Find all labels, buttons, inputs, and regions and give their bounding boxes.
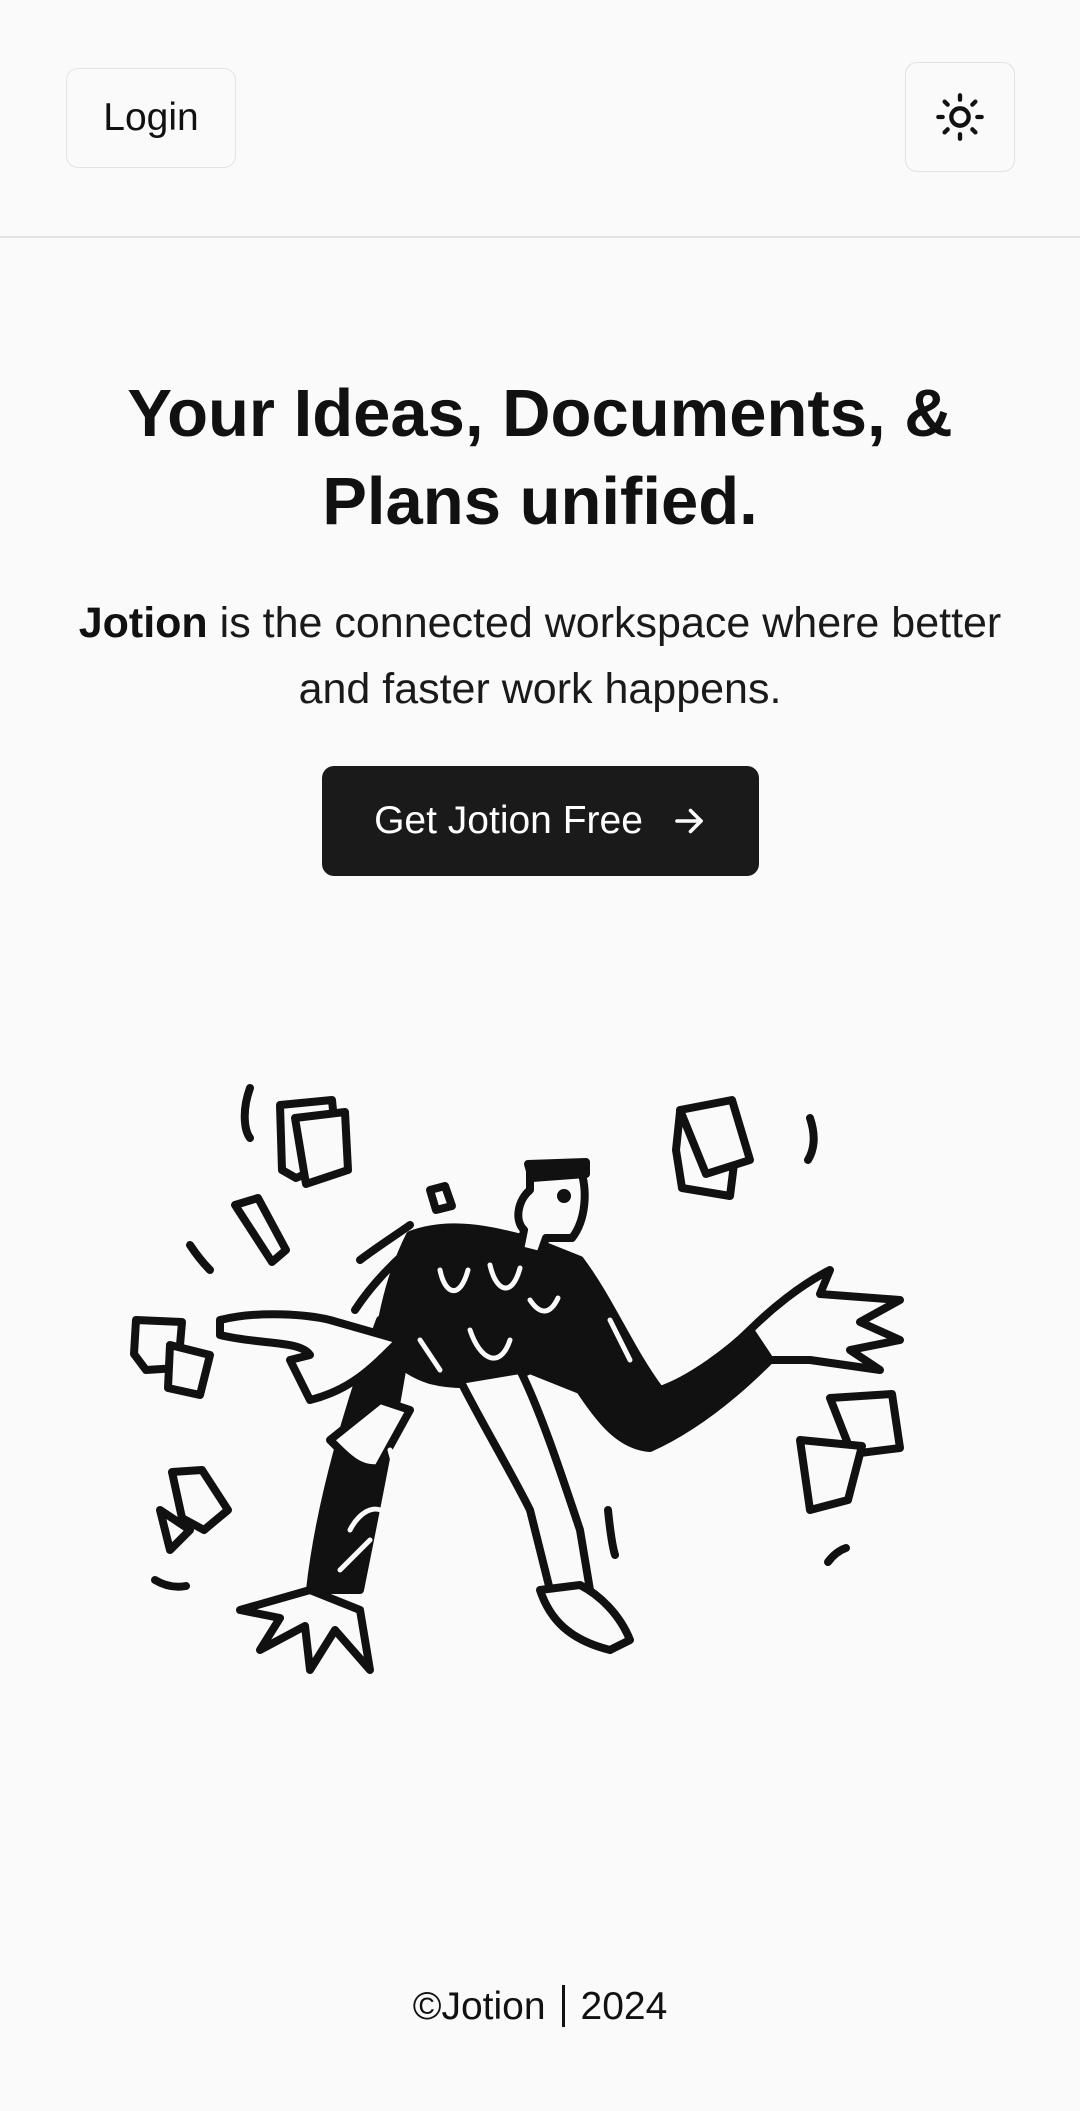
sun-icon: [936, 93, 984, 141]
get-jotion-free-button[interactable]: Get Jotion Free: [322, 766, 759, 876]
footer-brand: ©Jotion: [412, 1985, 546, 2028]
login-button[interactable]: Login: [66, 68, 236, 168]
person-juggling-documents-illustration: [130, 1084, 904, 1674]
login-button-label: Login: [103, 96, 199, 139]
hero-subtitle-text: is the connected workspace where better …: [207, 599, 1002, 713]
cta-label: Get Jotion Free: [374, 799, 643, 842]
hero-subtitle: Jotion is the connected workspace where …: [60, 590, 1020, 722]
theme-toggle-button[interactable]: [905, 62, 1015, 172]
arrow-right-icon: [675, 808, 703, 834]
hero-subtitle-brand: Jotion: [78, 599, 208, 647]
hero-title: Your Ideas, Documents, & Plans unified.: [127, 376, 953, 539]
footer-year: 2024: [580, 1985, 668, 2028]
footer-divider: [561, 1985, 565, 2027]
landing-page: Login Your Ideas, Documents, & Plans uni…: [0, 0, 1080, 2111]
top-navbar: Login: [0, 0, 1080, 238]
footer: ©Jotion 2024: [0, 1985, 1080, 2029]
